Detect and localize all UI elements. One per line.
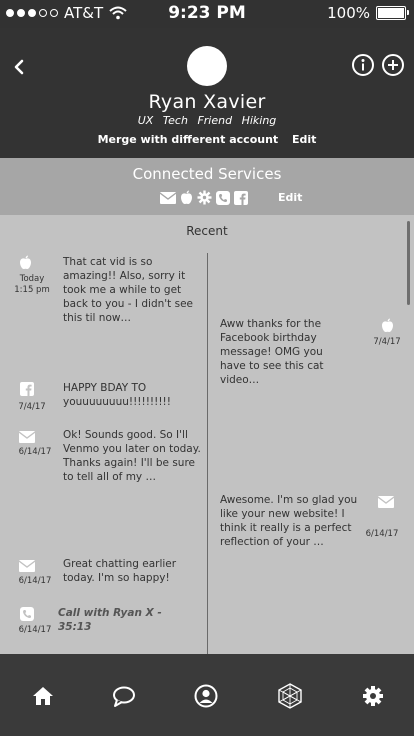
entry-date: 6/14/17 <box>18 576 52 586</box>
tag[interactable]: Hiking <box>242 114 277 127</box>
settings-icon[interactable] <box>361 684 385 708</box>
apple-icon <box>20 255 31 270</box>
entry-date: 7/4/17 <box>373 337 401 347</box>
facebook-icon <box>20 382 34 396</box>
apple-icon <box>382 318 393 333</box>
home-icon[interactable] <box>31 684 55 708</box>
phone-icon <box>20 607 34 621</box>
timeline-entry[interactable]: Aww thanks for the Facebook birthday mes… <box>207 317 414 386</box>
profile-icon[interactable] <box>194 684 218 708</box>
tag[interactable]: UX <box>138 114 154 127</box>
entry-date: 6/14/17 <box>18 447 52 457</box>
mail-icon <box>19 431 35 443</box>
tag[interactable]: Tech <box>163 114 188 127</box>
profile-tags: UX Tech Friend Hiking <box>0 114 414 127</box>
timeline-divider <box>207 253 208 654</box>
status-bar: AT&T 9:23 PM 100% <box>0 0 414 28</box>
entry-message: Great chatting earlier today. I'm so hap… <box>63 558 177 584</box>
mail-icon <box>378 496 394 508</box>
info-icon[interactable] <box>352 54 374 76</box>
mail-icon[interactable] <box>160 191 176 204</box>
battery-percent: 100% <box>327 4 370 22</box>
network-icon[interactable] <box>277 683 303 709</box>
entry-date: 6/14/17 <box>18 625 52 635</box>
chat-icon[interactable] <box>112 684 136 708</box>
merge-account-link[interactable]: Merge with different account <box>98 133 279 146</box>
services-icons <box>160 190 248 205</box>
status-right: 100% <box>327 4 409 22</box>
timeline-entry[interactable]: Awesome. I'm so glad you like your new w… <box>207 493 414 557</box>
timeline-entry[interactable]: Today 1:15 pm That cat vid is so amazing… <box>0 255 207 324</box>
timeline-entry[interactable]: 6/14/17 Call with Ryan X - 35:13 <box>0 606 207 640</box>
timeline-entry[interactable]: 6/14/17 Ok! Sounds good. So I'll Venmo y… <box>0 428 207 492</box>
profile-name: Ryan Xavier <box>148 91 266 113</box>
connected-services: Connected Services Edit <box>0 158 414 215</box>
add-icon[interactable] <box>382 54 404 76</box>
avatar[interactable] <box>187 46 227 86</box>
entry-message: That cat vid is so amazing!! Also, sorry… <box>63 256 193 324</box>
entry-message: Aww thanks for the Facebook birthday mes… <box>220 318 324 386</box>
profile-actions: Merge with different account Edit <box>0 133 414 146</box>
entry-date: 7/4/17 <box>18 402 46 412</box>
entry-message: Call with Ryan X - 35:13 <box>58 607 162 633</box>
mail-icon <box>19 560 35 572</box>
header-actions <box>352 54 404 76</box>
edit-services-link[interactable]: Edit <box>278 191 302 204</box>
timeline-entry[interactable]: 6/14/17 Great chatting earlier today. I'… <box>0 557 207 593</box>
battery-icon <box>376 6 409 20</box>
phone-icon[interactable] <box>216 190 230 205</box>
entry-date: Today 1:15 pm <box>14 274 50 295</box>
facebook-icon[interactable] <box>234 190 248 205</box>
profile-header: Ryan Xavier UX Tech Friend Hiking Merge … <box>0 28 414 158</box>
bottom-nav <box>0 654 414 736</box>
timeline-entry[interactable]: 7/4/17 HAPPY BDAY TO youuuuuuuu!!!!!!!!!… <box>0 381 207 417</box>
entry-message: Awesome. I'm so glad you like your new w… <box>220 494 358 548</box>
edit-profile-link[interactable]: Edit <box>292 133 316 146</box>
entry-message: HAPPY BDAY TO youuuuuuuu!!!!!!!!!! <box>63 382 171 408</box>
activity-timeline: Recent Today 1:15 pm That cat vid is so … <box>0 215 414 654</box>
entry-message: Ok! Sounds good. So I'll Venmo you later… <box>63 429 201 483</box>
back-arrow-icon[interactable] <box>10 56 32 78</box>
tag[interactable]: Friend <box>197 114 232 127</box>
services-title: Connected Services <box>132 165 282 183</box>
gear-icon[interactable] <box>197 190 212 205</box>
entry-date: 6/14/17 <box>365 529 399 539</box>
scrollbar[interactable] <box>407 221 410 305</box>
apple-icon[interactable] <box>180 190 193 205</box>
recent-label: Recent <box>186 224 228 238</box>
